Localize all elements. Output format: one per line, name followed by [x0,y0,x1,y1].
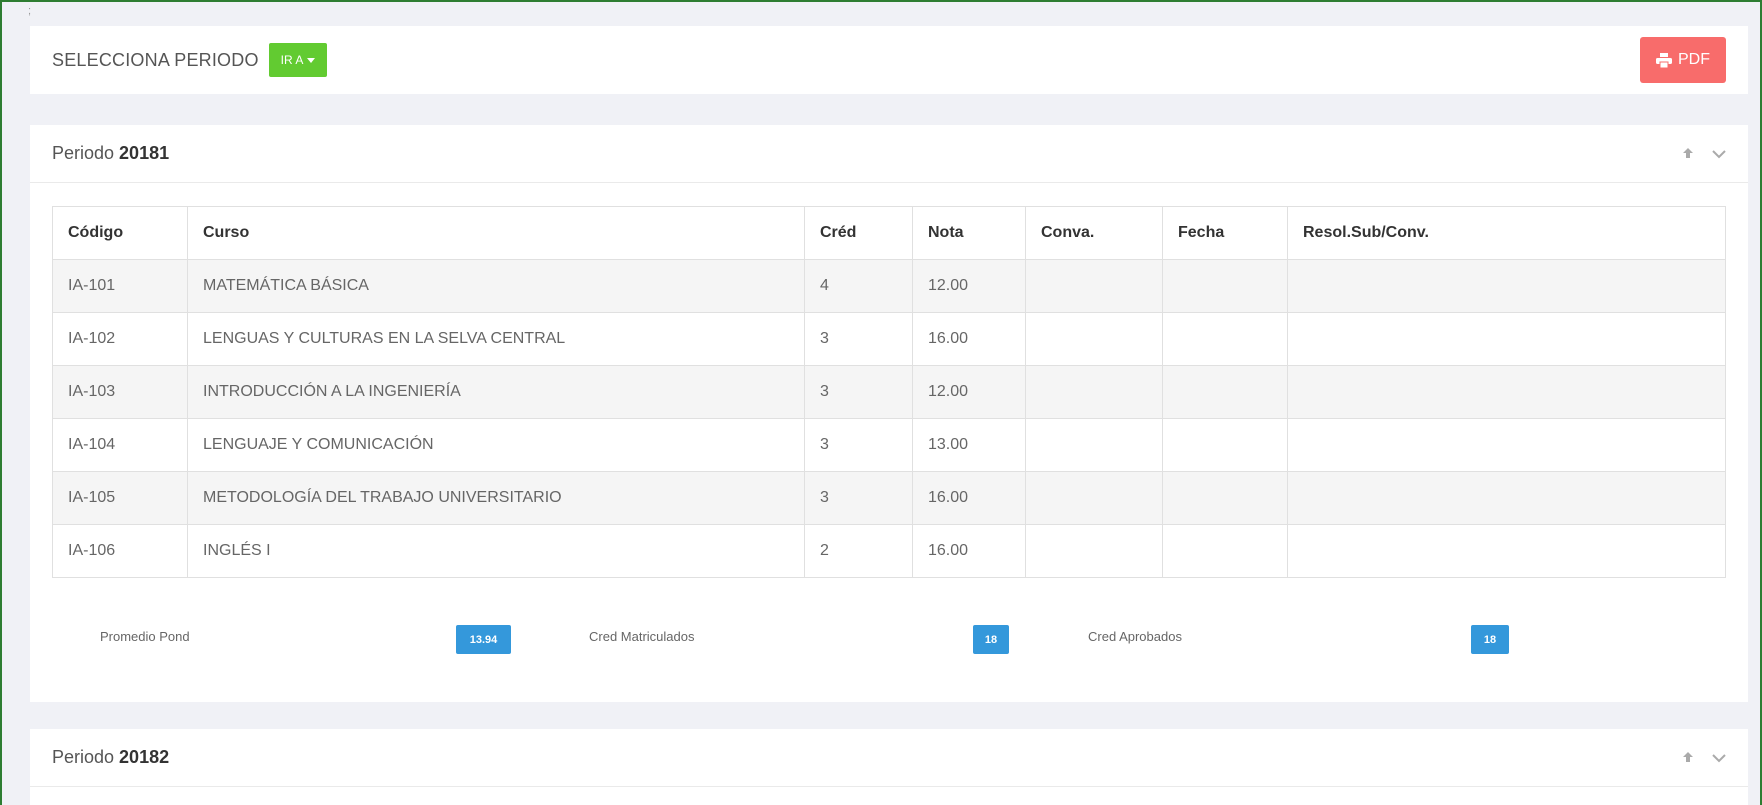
course-grade: 12.00 [912,365,1026,419]
course-grade: 13.00 [912,418,1026,472]
course-resolution [1287,471,1726,525]
table-row: IA-103 INTRODUCCIÓN A LA INGENIERÍA 3 12… [52,365,1726,419]
course-credits: 3 [804,471,913,525]
course-credits: 3 [804,365,913,419]
course-name: MATEMÁTICA BÁSICA [187,259,805,313]
course-name: LENGUAS Y CULTURAS EN LA SELVA CENTRAL [187,312,805,366]
column-header: Código [52,206,188,260]
course-date [1162,524,1288,578]
course-grade: 16.00 [912,312,1026,366]
approved-credits-badge: 18 [1471,625,1509,654]
course-grade: 12.00 [912,259,1026,313]
period-header: Periodo 20182 [30,729,1748,787]
course-grade: 16.00 [912,524,1026,578]
course-grade: 16.00 [912,471,1026,525]
course-credits: 3 [804,418,913,472]
column-header: Nota [912,206,1026,260]
course-name: INTRODUCCIÓN A LA INGENIERÍA [187,365,805,419]
course-code: IA-102 [52,312,188,366]
goto-dropdown-button[interactable]: IR A [268,43,328,77]
table-row: IA-102 LENGUAS Y CULTURAS EN LA SELVA CE… [52,312,1726,366]
table-row: IA-101 MATEMÁTICA BÁSICA 4 12.00 [52,259,1726,313]
course-conva [1025,418,1163,472]
course-conva [1025,365,1163,419]
course-name: METODOLOGÍA DEL TRABAJO UNIVERSITARIO [187,471,805,525]
table-row: IA-104 LENGUAJE Y COMUNICACIÓN 3 13.00 [52,418,1726,472]
course-name: INGLÉS I [187,524,805,578]
course-date [1162,312,1288,366]
course-conva [1025,471,1163,525]
table-header-row: Código Curso Créd Nota Conva. Fecha Reso… [52,206,1726,260]
column-header: Resol.Sub/Conv. [1287,206,1726,260]
course-resolution [1287,418,1726,472]
course-name: LENGUAJE Y COMUNICACIÓN [187,418,805,472]
course-resolution [1287,524,1726,578]
goto-button-label: IR A [280,53,304,67]
corner-mark: ; [28,5,32,17]
chevron-down-icon[interactable] [1712,747,1726,768]
period-header: Periodo 20181 [30,125,1748,183]
course-code: IA-105 [52,471,188,525]
course-conva [1025,259,1163,313]
period-summary: Promedio Pond 13.94 Cred Matriculados 18… [30,625,1748,665]
course-date [1162,259,1288,313]
course-code: IA-103 [52,365,188,419]
course-credits: 3 [804,312,913,366]
period-number: 20182 [119,747,170,767]
course-resolution [1287,259,1726,313]
course-credits: 4 [804,259,913,313]
pdf-button[interactable]: PDF [1640,37,1726,83]
pdf-button-label: PDF [1678,51,1710,68]
course-resolution [1287,365,1726,419]
course-date [1162,365,1288,419]
column-header: Conva. [1025,206,1163,260]
course-conva [1025,524,1163,578]
table-row: IA-105 METODOLOGÍA DEL TRABAJO UNIVERSIT… [52,471,1726,525]
period-panel: Periodo 20182 [30,729,1748,805]
avg-label: Promedio Pond [100,629,190,644]
course-date [1162,418,1288,472]
period-selector-bar: SELECCIONA PERIODO IR A PDF [30,26,1748,94]
approved-credits-label: Cred Aprobados [1088,629,1182,644]
arrow-up-icon[interactable] [1682,143,1694,164]
avg-badge: 13.94 [456,625,511,654]
period-number: 20181 [119,143,170,163]
course-conva [1025,312,1163,366]
course-code: IA-106 [52,524,188,578]
period-label: Periodo [52,747,115,767]
course-resolution [1287,312,1726,366]
course-credits: 2 [804,524,913,578]
app-frame: ; SELECCIONA PERIODO IR A PDF Periodo 20… [0,0,1762,805]
period-label: Periodo [52,143,115,163]
course-code: IA-104 [52,418,188,472]
table-row: IA-106 INGLÉS I 2 16.00 [52,524,1726,578]
column-header: Créd [804,206,913,260]
enrolled-credits-label: Cred Matriculados [589,629,695,644]
select-period-label: SELECCIONA PERIODO [52,49,259,70]
column-header: Fecha [1162,206,1288,260]
course-date [1162,471,1288,525]
printer-icon [1656,52,1672,68]
course-code: IA-101 [52,259,188,313]
column-header: Curso [187,206,805,260]
chevron-down-icon[interactable] [1712,143,1726,164]
grades-table: Código Curso Créd Nota Conva. Fecha Reso… [52,206,1726,578]
enrolled-credits-badge: 18 [973,625,1009,654]
arrow-up-icon[interactable] [1682,747,1694,768]
caret-down-icon [307,57,316,63]
period-panel: Periodo 20181 Código Curso Créd Nota Con… [30,125,1748,702]
